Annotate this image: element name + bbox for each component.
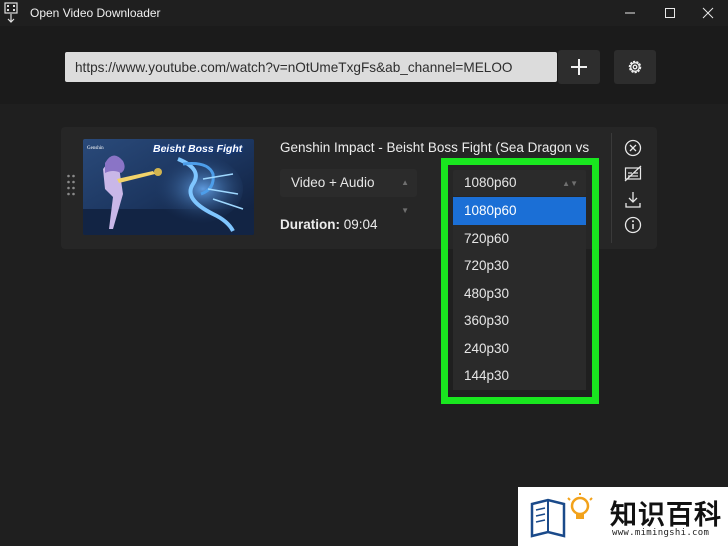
close-circle-icon xyxy=(624,139,642,157)
subtitles-off-icon xyxy=(624,165,642,182)
video-thumbnail: Genshin Beisht Boss Fight xyxy=(83,139,254,235)
remove-video-button[interactable] xyxy=(623,138,643,158)
url-input[interactable] xyxy=(65,52,557,82)
thumbnail-caption: Beisht Boss Fight xyxy=(153,143,243,155)
card-divider xyxy=(611,133,612,243)
window-title: Open Video Downloader xyxy=(30,6,161,20)
minimize-button[interactable] xyxy=(608,0,652,26)
duration-text: Duration: 09:04 xyxy=(280,217,378,232)
duration-label: Duration: xyxy=(280,217,340,232)
info-button[interactable] xyxy=(623,215,643,235)
info-icon xyxy=(624,216,642,234)
highlight-annotation xyxy=(441,158,599,404)
video-title: Genshin Impact - Beisht Boss Fight (Sea … xyxy=(280,140,590,155)
download-icon xyxy=(625,192,641,208)
watermark: 知识百科 www.mimingshi.com xyxy=(518,487,728,546)
app-logo-icon xyxy=(4,2,18,23)
settings-button[interactable] xyxy=(614,50,656,84)
drag-handle-icon[interactable] xyxy=(66,173,76,197)
add-video-button[interactable] xyxy=(558,50,600,84)
download-button[interactable] xyxy=(623,190,643,210)
gear-icon xyxy=(628,60,642,74)
minimize-icon xyxy=(625,12,635,14)
title-bar: Open Video Downloader xyxy=(0,0,728,26)
format-select[interactable]: Video + Audio ▲ ▼ xyxy=(280,169,417,215)
thumbnail-logo: Genshin xyxy=(87,146,104,151)
watermark-text: 知识百科 xyxy=(610,500,722,531)
watermark-url: www.mimingshi.com xyxy=(612,528,710,538)
subtitles-button[interactable] xyxy=(623,164,643,184)
close-window-button[interactable] xyxy=(686,0,728,26)
plus-icon xyxy=(571,59,587,75)
maximize-icon xyxy=(665,8,675,18)
book-lightbulb-logo xyxy=(530,493,593,538)
duration-value: 09:04 xyxy=(343,217,378,232)
updown-arrows-icon: ▲▼ xyxy=(401,178,409,215)
close-icon xyxy=(702,7,714,19)
format-select-value: Video + Audio xyxy=(291,175,375,190)
